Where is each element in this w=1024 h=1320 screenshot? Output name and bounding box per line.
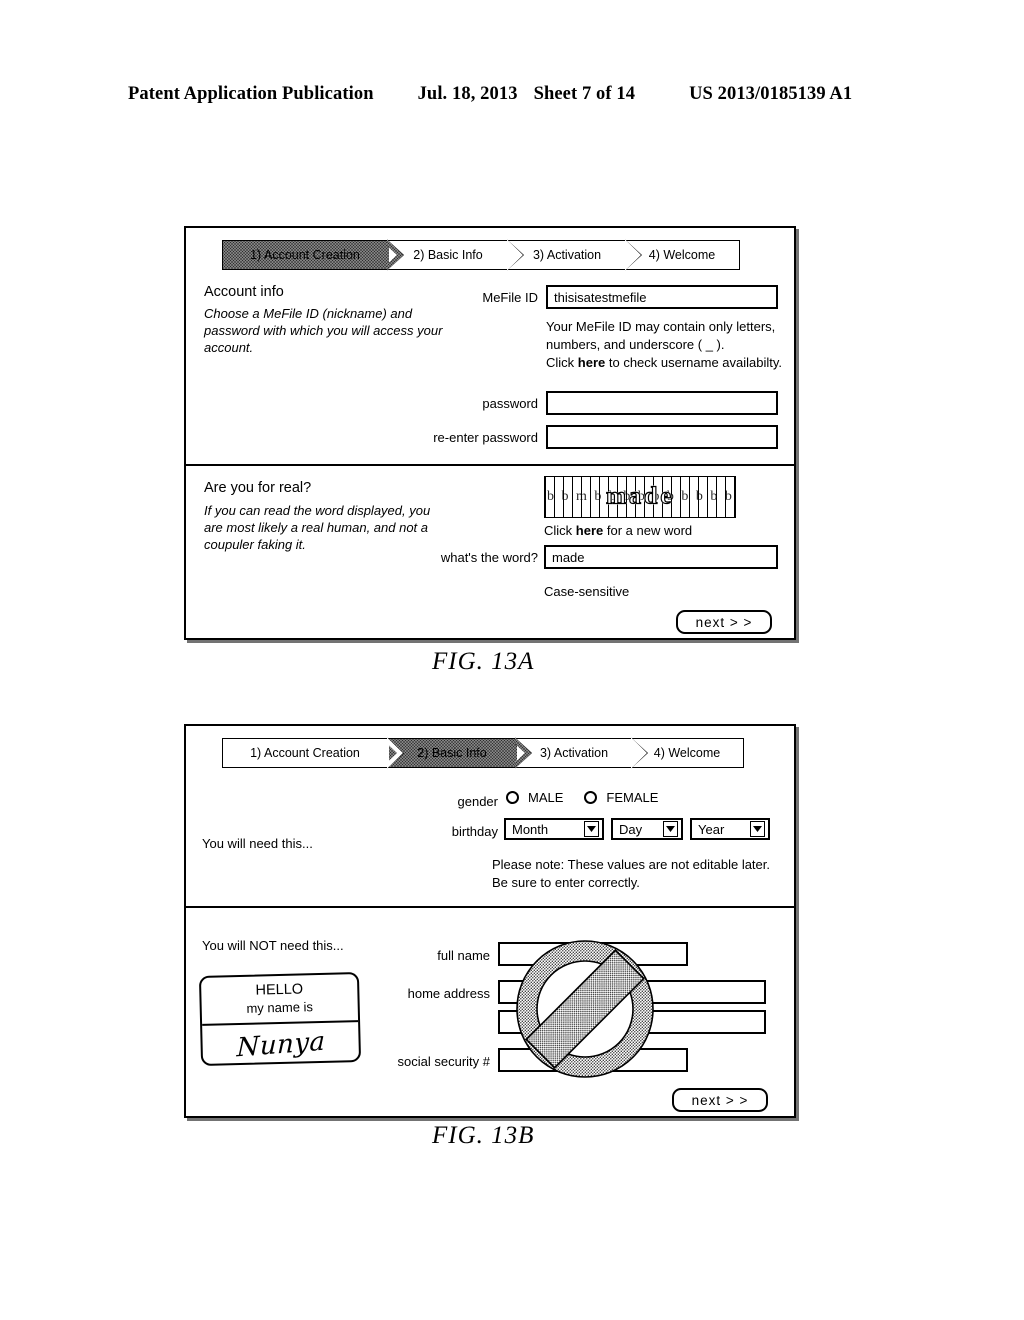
- step-label: 4) Welcome: [648, 248, 716, 262]
- captcha-answer-label: what's the word?: [440, 550, 538, 565]
- name-tag-bottom: Nunya: [202, 1022, 359, 1066]
- captcha-image: b b m b b b b b b b b b b b b b b made: [544, 476, 736, 518]
- radio-female[interactable]: [584, 791, 598, 804]
- figure-caption-13a: FIG. 13A: [432, 648, 535, 675]
- step-welcome[interactable]: 4) Welcome: [627, 241, 739, 269]
- password-label: password: [482, 396, 538, 411]
- home-address-label: home address: [407, 986, 490, 1001]
- section-divider-b: [186, 906, 794, 908]
- birthday-note-line-1: Please note: These values are not editab…: [492, 857, 771, 872]
- birthday-note-line-2: Be sure to enter correctly.: [492, 875, 640, 890]
- section-divider-a: [186, 464, 794, 466]
- home-address-input-line2[interactable]: [498, 1010, 766, 1034]
- account-info-heading: Account info: [204, 284, 284, 300]
- patent-header: Patent Application Publication Jul. 18, …: [128, 84, 896, 105]
- radio-male[interactable]: [506, 791, 519, 804]
- figure-caption-13b: FIG. 13B: [432, 1122, 535, 1149]
- hint-line-1: Your MeFile ID may contain only letters,: [546, 319, 776, 334]
- birthday-select-group: Month Day Year: [504, 818, 770, 840]
- step-activation[interactable]: 3) Activation: [517, 739, 633, 767]
- figure-13a: 1) Account Creation 2) Basic Info 3) Act…: [184, 226, 796, 640]
- check-availability-link[interactable]: here: [578, 355, 605, 370]
- step-basic-info[interactable]: 2) Basic Info: [389, 241, 509, 269]
- not-need-this-label: You will NOT need this...: [202, 938, 344, 953]
- wizard-screen-basic-info: 1) Account Creation 2) Basic Info 3) Act…: [184, 724, 796, 1118]
- name-tag-top: HELLO my name is: [200, 974, 359, 1026]
- birthday-note: Please note: These values are not editab…: [492, 856, 792, 892]
- step-activation[interactable]: 3) Activation: [509, 241, 627, 269]
- step-account-creation[interactable]: 1) Account Creation: [223, 739, 389, 767]
- social-security-input[interactable]: [498, 1048, 688, 1072]
- step-label: 4) Welcome: [653, 746, 721, 760]
- hint-prefix: Click: [546, 355, 578, 370]
- account-info-description: Choose a MeFile ID (nickname) and passwo…: [204, 306, 443, 355]
- captcha-heading: Are you for real?: [204, 480, 312, 496]
- captcha-info-block: Are you for real? If you can read the wo…: [204, 480, 434, 553]
- gender-option-male-label: MALE: [528, 790, 564, 805]
- gender-option-female-label: FEMALE: [606, 790, 659, 805]
- captcha-description: If you can read the word displayed, you …: [204, 503, 431, 552]
- full-name-input[interactable]: [498, 942, 688, 966]
- new-word-prefix: Click: [544, 523, 576, 538]
- case-sensitive-note: Case-sensitive: [544, 584, 630, 599]
- hint-line-3: Click here to check username availabilty…: [546, 354, 786, 372]
- sheet-number: Sheet 7 of 14: [533, 84, 636, 104]
- birthday-month-select[interactable]: Month: [504, 818, 604, 840]
- step-basic-info[interactable]: 2) Basic Info: [389, 739, 517, 767]
- step-label: 1) Account Creation: [250, 248, 360, 262]
- reenter-password-input[interactable]: [546, 425, 778, 449]
- step-label: 1) Account Creation: [250, 746, 360, 760]
- account-info-block: Account info Choose a MeFile ID (nicknam…: [204, 284, 454, 356]
- hint-line-2: numbers, and underscore ( _ ).: [546, 337, 725, 352]
- birthday-day-value: Day: [619, 821, 643, 837]
- chevron-down-icon: [584, 821, 599, 837]
- chevron-down-icon: [750, 821, 765, 837]
- gender-radio-group: MALE FEMALE: [506, 790, 658, 805]
- hint-suffix: to check username availabilty.: [605, 355, 783, 370]
- chevron-down-icon: [663, 821, 678, 837]
- need-this-label: You will need this...: [202, 836, 313, 851]
- home-address-input-line1[interactable]: [498, 980, 766, 1004]
- full-name-label: full name: [437, 948, 490, 963]
- step-account-creation[interactable]: 1) Account Creation: [223, 241, 389, 269]
- name-tag-my-name-is: my name is: [246, 999, 314, 1016]
- gender-label: gender: [457, 794, 498, 809]
- step-label: 3) Activation: [532, 248, 602, 262]
- birthday-label: birthday: [451, 824, 498, 839]
- new-word-link[interactable]: here: [576, 523, 603, 538]
- wizard-screen-account-creation: 1) Account Creation 2) Basic Info 3) Act…: [184, 226, 796, 640]
- birthday-year-select[interactable]: Year: [690, 818, 770, 840]
- next-button[interactable]: next > >: [672, 1088, 768, 1112]
- birthday-month-value: Month: [512, 821, 549, 837]
- step-welcome[interactable]: 4) Welcome: [633, 739, 743, 767]
- mefile-id-input[interactable]: thisisatestmefile: [546, 285, 778, 309]
- figure-13b: 1) Account Creation 2) Basic Info 3) Act…: [184, 724, 796, 1118]
- birthday-year-value: Year: [698, 821, 725, 837]
- publication-date: Jul. 18, 2013: [417, 84, 518, 104]
- social-security-label: social security #: [397, 1054, 490, 1069]
- mefile-id-label: MeFile ID: [482, 290, 538, 305]
- step-label: 2) Basic Info: [413, 248, 483, 262]
- step-label: 3) Activation: [539, 746, 609, 760]
- patent-number: US 2013/0185139 A1: [689, 84, 853, 104]
- new-word-suffix: for a new word: [603, 523, 693, 538]
- captcha-new-word: Click here for a new word: [544, 522, 692, 540]
- step-label: 2) Basic Info: [417, 746, 487, 760]
- birthday-day-select[interactable]: Day: [611, 818, 683, 840]
- mefile-id-hint: Your MeFile ID may contain only letters,…: [546, 318, 786, 372]
- next-button[interactable]: next > >: [676, 610, 772, 634]
- captcha-answer-input[interactable]: made: [544, 545, 778, 569]
- publication-title: Patent Application Publication: [128, 84, 374, 104]
- captcha-word: made: [605, 483, 674, 510]
- name-tag-signature: Nunya: [235, 1026, 326, 1064]
- password-input[interactable]: [546, 391, 778, 415]
- wizard-step-bar-b: 1) Account Creation 2) Basic Info 3) Act…: [222, 738, 744, 768]
- reenter-password-label: re-enter password: [433, 430, 538, 445]
- hello-name-tag: HELLO my name is Nunya: [198, 972, 362, 1066]
- name-tag-hello: HELLO: [255, 981, 304, 999]
- wizard-step-bar-a: 1) Account Creation 2) Basic Info 3) Act…: [222, 240, 740, 270]
